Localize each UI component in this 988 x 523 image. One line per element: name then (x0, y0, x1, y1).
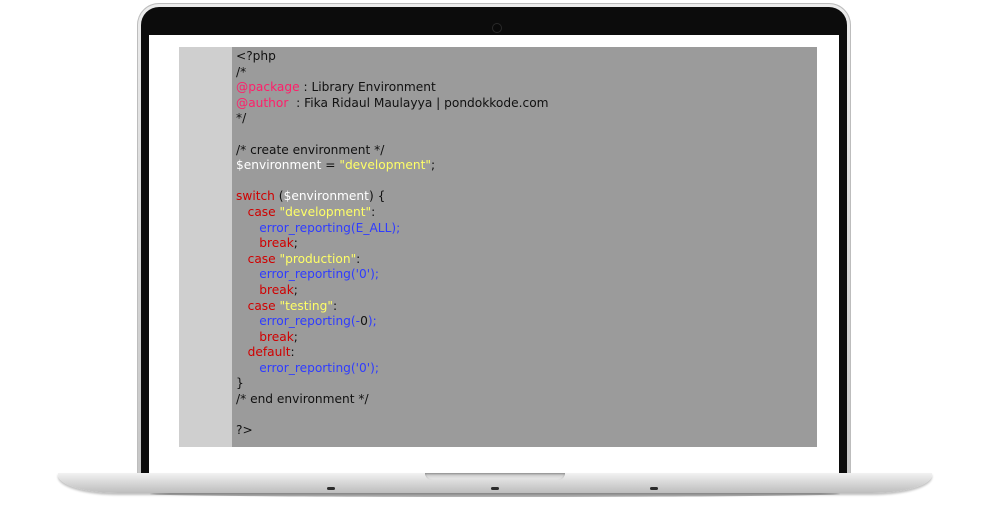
code-token: error_reporting(- (236, 314, 361, 329)
code-token: break (236, 329, 294, 344)
code-token: ; (293, 236, 298, 251)
code-token: ; (293, 329, 298, 344)
code-token: ; (430, 158, 436, 173)
code-line: break; (236, 283, 809, 299)
lid-opening-notch (425, 473, 565, 480)
code-token: case (236, 298, 280, 313)
code-token: "production" (279, 251, 357, 266)
code-token: ?> (236, 423, 253, 438)
code-token: case (236, 251, 280, 266)
code-editor-screen[interactable]: <?php/* @package : Library Environment @au… (179, 47, 817, 447)
code-line: /* create environment */ (236, 143, 809, 159)
code-line: @author : Fika Ridaul Maulayya | pondokk… (236, 96, 809, 112)
code-token: : Library Environment (299, 80, 436, 95)
code-line: } (236, 376, 809, 392)
code-line: error_reporting('0'); (236, 361, 809, 377)
code-token: /* create environment */ (236, 142, 385, 157)
rubber-foot (491, 487, 499, 490)
display-frame: <?php/* @package : Library Environment @au… (149, 35, 839, 476)
code-line: error_reporting(E_ALL); (236, 221, 809, 237)
code-token: : (332, 298, 338, 313)
code-line: ?> (236, 423, 809, 439)
code-line: default: (236, 345, 809, 361)
code-token: error_reporting('0'); (236, 267, 379, 282)
code-token: switch (236, 189, 275, 204)
code-token: ); (367, 314, 377, 329)
screen-bezel: <?php/* @package : Library Environment @au… (141, 7, 847, 481)
code-token: /* end environment */ (236, 392, 369, 407)
code-token: */ (236, 111, 247, 126)
code-token: /* (236, 64, 247, 79)
line-number-gutter (179, 47, 232, 447)
code-token: @package (236, 80, 300, 95)
code-line: */ (236, 111, 809, 127)
code-token: $environment (236, 158, 322, 173)
code-token: $environment (283, 189, 369, 204)
laptop-lid: <?php/* @package : Library Environment @au… (137, 3, 851, 481)
code-content[interactable]: <?php/* @package : Library Environment @au… (236, 49, 809, 439)
code-token: break (236, 236, 294, 251)
code-line: break; (236, 236, 809, 252)
code-line: case "development": (236, 205, 809, 221)
code-token: ( (274, 189, 284, 204)
rubber-foot (327, 487, 335, 490)
code-token: : (356, 251, 361, 266)
code-token: default (236, 345, 291, 360)
code-line: /* end environment */ (236, 392, 809, 408)
code-line: error_reporting('0'); (236, 267, 809, 283)
code-line: error_reporting(-0); (236, 314, 809, 330)
code-line: $environment = "development"; (236, 158, 809, 174)
code-line: /* (236, 65, 809, 81)
code-line: break; (236, 330, 809, 346)
code-token: = (321, 158, 340, 173)
rubber-foot (650, 487, 658, 490)
laptop-base (58, 473, 932, 493)
code-token: ) { (368, 189, 386, 204)
code-token: "development" (339, 158, 431, 173)
code-token: "testing" (279, 298, 333, 313)
code-line: case "production": (236, 252, 809, 268)
code-token: break (236, 282, 294, 297)
code-token: : Fika Ridaul Maulayya | pondokkode.com (288, 95, 549, 110)
code-token: <?php (236, 49, 276, 63)
code-token: error_reporting(E_ALL); (236, 220, 401, 235)
code-token: } (236, 376, 244, 391)
webcam-icon (493, 24, 501, 32)
code-token: @author (236, 95, 289, 110)
code-token: error_reporting('0'); (236, 360, 379, 375)
code-line: case "testing": (236, 299, 809, 315)
code-line: switch ($environment) { (236, 189, 809, 205)
code-token: ; (293, 282, 298, 297)
code-token: case (236, 204, 280, 219)
code-token: 0 (360, 314, 368, 329)
code-token: "development" (279, 204, 372, 219)
code-token: : (371, 204, 376, 219)
code-line: @package : Library Environment (236, 80, 809, 96)
code-token: : (290, 345, 295, 360)
code-line: <?php (236, 49, 809, 65)
